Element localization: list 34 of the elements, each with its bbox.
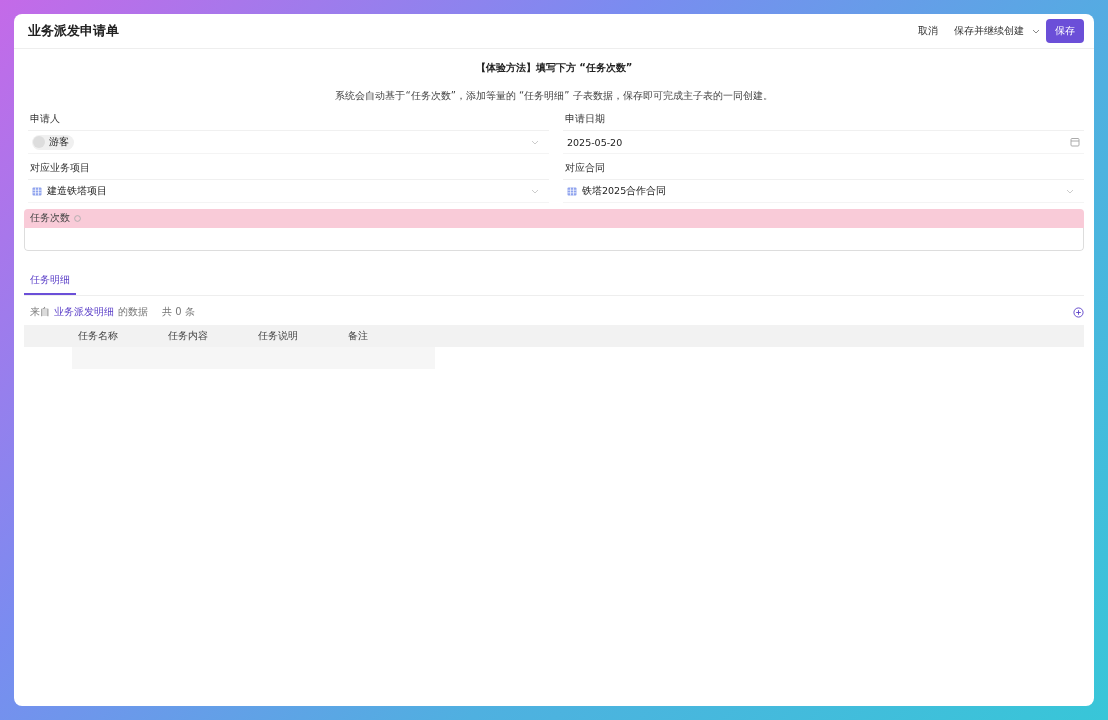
- input-field[interactable]: [24, 228, 1084, 251]
- calendar-icon[interactable]: [1070, 137, 1080, 147]
- field-label: 申请人: [28, 109, 549, 131]
- notice-text: 系统会自动基于“任务次数”，添加等量的 “任务明细” 子表数据，保存即可完成主子表的一同创建。: [334, 89, 774, 103]
- column-header: 备注: [347, 329, 369, 343]
- notice-title: 【体验方法】填写下方 “任务次数”: [474, 61, 634, 75]
- field-label: 对应业务项目: [28, 158, 549, 180]
- caret-icon: [531, 138, 539, 146]
- form-title: 业务派发申请单: [28, 22, 120, 40]
- field-label: 对应合同: [563, 158, 1084, 180]
- caret-icon[interactable]: [1066, 187, 1074, 195]
- table-icon: [32, 186, 42, 196]
- field-label: 任务次数: [24, 209, 1084, 228]
- source-prefix: 来自: [30, 305, 50, 319]
- save-continue-button[interactable]: 保存并继续创建: [946, 20, 1032, 42]
- cancel-button[interactable]: 取消: [910, 20, 946, 42]
- date-value: 2025-05-20: [567, 136, 624, 148]
- record-value: 铁塔2025合作合同: [582, 184, 668, 198]
- column-header: 任务内容: [167, 329, 209, 343]
- table-icon: [567, 186, 577, 196]
- record-count: 共 0 条: [162, 305, 195, 319]
- field-label: 申请日期: [563, 109, 1084, 131]
- column-header: 任务说明: [257, 329, 299, 343]
- avatar-icon: [33, 136, 45, 148]
- user-tag: 游客: [32, 134, 74, 150]
- tab[interactable]: 任务明细: [24, 267, 76, 295]
- source-link[interactable]: 业务派发明细: [54, 305, 114, 319]
- caret-icon[interactable]: [1032, 27, 1040, 35]
- add-icon[interactable]: [1073, 306, 1084, 318]
- caret-icon[interactable]: [531, 187, 539, 195]
- column-header: 任务名称: [77, 329, 119, 343]
- source-suffix: 的数据: [118, 305, 148, 319]
- save-button[interactable]: 保存: [1046, 19, 1084, 43]
- record-value: 建造铁塔项目: [47, 184, 108, 198]
